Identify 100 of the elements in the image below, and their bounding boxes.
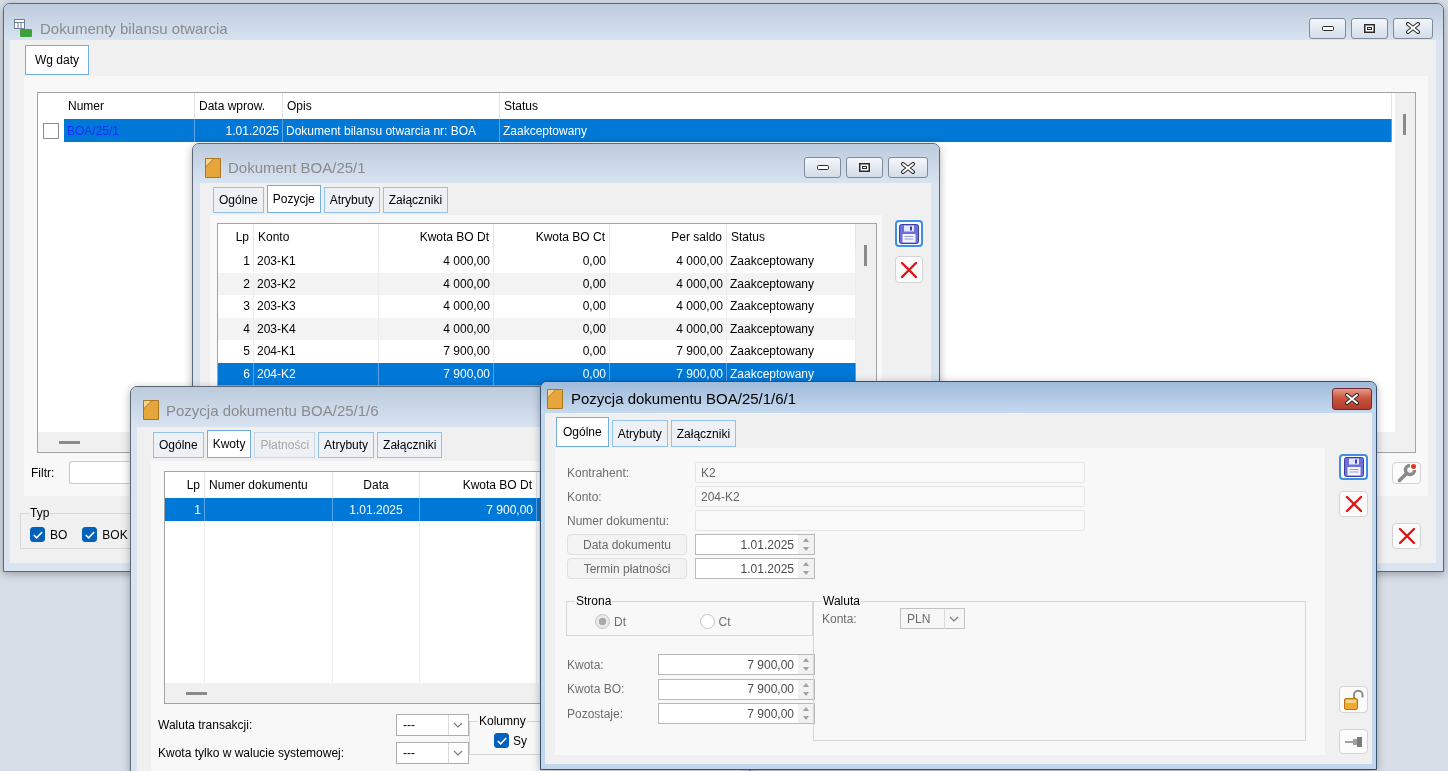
column-header[interactable]: Konto (254, 224, 379, 250)
column-header[interactable]: Kwota BO Ct (494, 224, 610, 250)
radio-label: Ct (718, 614, 731, 629)
cancel-button[interactable] (1392, 523, 1421, 549)
padlock-icon (1343, 689, 1364, 710)
table-cell: 2 (218, 272, 254, 295)
column-header[interactable]: Per saldo (610, 224, 727, 250)
table-row[interactable]: 1 1.01.2025 7 900,00 (165, 498, 540, 521)
check-icon (32, 530, 43, 539)
dropdown[interactable]: --- (396, 742, 469, 764)
amount-field[interactable]: 7 900,00 (658, 654, 815, 675)
tab[interactable]: Ogólne (556, 417, 609, 447)
table-cell: 4 000,00 (379, 272, 494, 295)
tab[interactable]: Załączniki (670, 420, 737, 447)
table-cell: 0,00 (494, 317, 610, 340)
wrench-icon (1396, 462, 1417, 483)
close-icon (901, 161, 915, 174)
tab[interactable]: Pozycje (266, 185, 321, 213)
group-title: Kolumny (478, 714, 527, 728)
delete-button[interactable] (895, 256, 923, 283)
window-title: Pozycja dokumentu BOA/25/1/6 (166, 401, 380, 419)
table-cell: 0,00 (494, 250, 610, 273)
delete-button[interactable] (1339, 491, 1368, 517)
scrollbar[interactable] (1395, 93, 1415, 432)
tab[interactable]: Ogólne (213, 187, 264, 213)
tab[interactable]: Wg daty (25, 45, 89, 75)
date-button[interactable]: Termin płatności (567, 558, 687, 579)
spin-arrows-icon[interactable] (798, 679, 814, 699)
wrench-button[interactable] (1392, 461, 1421, 484)
minimize-button[interactable] (1309, 17, 1346, 39)
close-button[interactable] (888, 157, 928, 178)
table-cell: Dokument bilansu otwarcia nr: BOA (283, 119, 500, 142)
tab[interactable]: Atrybuty (323, 187, 380, 213)
field-label: Numer dokumentu: (567, 513, 671, 528)
group-title: Waluta (822, 594, 861, 608)
date-field[interactable]: 1.01.2025 (695, 534, 815, 555)
table-row[interactable]: BOA/25/1 1.01.2025 Dokument bilansu otwarcia nr: BOA Zaakceptowany (64, 119, 1392, 142)
table-cell: 0,00 (494, 295, 610, 318)
group-title: Typ (29, 506, 51, 520)
table-cell: 204-K2 (254, 362, 379, 385)
table-row[interactable]: 4 203-K4 4 000,00 0,00 4 000,00 Zaakceptowany (218, 317, 856, 340)
table-cell: 3 (218, 295, 254, 318)
scroll-thumb[interactable] (186, 691, 207, 695)
table-row[interactable]: 2 203-K2 4 000,00 0,00 4 000,00 Zaakceptowany (218, 272, 856, 295)
window-title: Pozycja dokumentu BOA/25/1/6/1 (571, 390, 798, 407)
table-cell: 7 900,00 (420, 498, 537, 521)
table-cell: 4 000,00 (379, 317, 494, 340)
scroll-thumb[interactable] (1403, 114, 1406, 135)
checkbox[interactable] (494, 733, 509, 748)
tab[interactable]: Załączniki (382, 187, 449, 213)
minimize-button[interactable] (804, 157, 841, 178)
table-cell: 1.01.2025 (333, 498, 420, 521)
scrollbar[interactable] (165, 683, 540, 703)
column-header[interactable]: Lp (218, 224, 254, 250)
table-cell: 4 000,00 (379, 295, 494, 318)
radio-label: Dt (614, 614, 626, 629)
table-cell: 4 (218, 317, 254, 340)
dropdown[interactable]: --- (396, 714, 469, 736)
date-button[interactable]: Data dokumentu (567, 534, 687, 555)
column-header[interactable]: Kwota BO Dt (379, 224, 494, 250)
table-cell: 7 900,00 (610, 340, 727, 363)
tab[interactable]: Kwoty (206, 430, 252, 458)
pin-button[interactable] (1339, 729, 1368, 754)
spin-arrows-icon[interactable] (798, 559, 814, 578)
spin-arrows-icon[interactable] (798, 535, 814, 554)
document-icon (547, 388, 563, 409)
save-button[interactable] (1339, 454, 1368, 480)
close-button[interactable] (1393, 17, 1433, 39)
table-row[interactable]: 6 204-K2 7 900,00 0,00 7 900,00 Zaakceptowany (218, 362, 856, 385)
tab[interactable]: Atrybuty (611, 420, 668, 447)
close-button[interactable] (1332, 387, 1372, 410)
table-cell: 7 900,00 (379, 362, 494, 385)
lock-button[interactable] (1339, 686, 1368, 713)
date-field[interactable]: 1.01.2025 (695, 558, 815, 579)
tab[interactable]: Załączniki (377, 432, 443, 458)
maximize-button[interactable] (1351, 17, 1388, 39)
table-cell: 5 (218, 340, 254, 363)
dropdown[interactable]: PLN (900, 608, 965, 629)
table-cell: 4 000,00 (610, 317, 727, 340)
tab[interactable]: Ogólne (153, 432, 204, 458)
maximize-button[interactable] (846, 157, 883, 178)
filter-field[interactable] (69, 461, 129, 484)
amount-field[interactable]: 7 900,00 (658, 703, 815, 724)
scroll-thumb[interactable] (59, 440, 80, 444)
close-icon (1406, 22, 1420, 34)
field-label: Waluta transakcji: (158, 718, 254, 732)
checkbox[interactable] (82, 527, 98, 542)
spin-arrows-icon[interactable] (798, 655, 814, 674)
table-cell: 4 000,00 (379, 250, 494, 273)
amount-field[interactable]: 7 900,00 (658, 678, 815, 700)
checkbox[interactable] (43, 122, 59, 139)
table-cell: 6 (218, 362, 254, 385)
scroll-thumb[interactable] (864, 245, 867, 266)
table-cell: 204-K1 (254, 340, 379, 363)
table-cell: 203-K1 (254, 250, 379, 273)
spin-arrows-icon[interactable] (798, 704, 814, 723)
save-button[interactable] (895, 220, 923, 247)
tab[interactable]: Atrybuty (318, 432, 375, 458)
table-cell: 1 (218, 250, 254, 273)
checkbox[interactable] (30, 527, 45, 542)
